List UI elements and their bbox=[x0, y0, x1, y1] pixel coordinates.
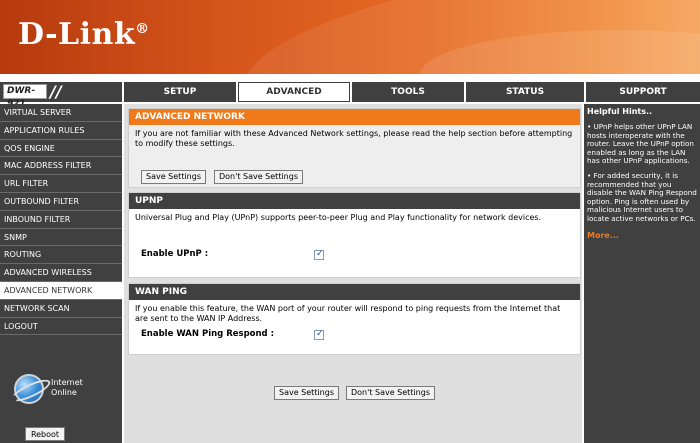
enable-wan-ping-checkbox[interactable] bbox=[314, 329, 324, 340]
section-description: Universal Plug and Play (UPnP) supports … bbox=[135, 213, 542, 222]
sidebar-item-inbound-filter[interactable]: INBOUND FILTER bbox=[0, 211, 122, 229]
help-title: Helpful Hints.. bbox=[587, 107, 653, 116]
save-settings-button[interactable]: Save Settings bbox=[141, 170, 206, 184]
sidebar-item-snmp[interactable]: SNMP bbox=[0, 229, 122, 247]
sidebar-item-advanced-network[interactable]: ADVANCED NETWORK bbox=[0, 281, 122, 300]
dlink-logo: D-Link® bbox=[18, 17, 150, 52]
section-title: ADVANCED NETWORK bbox=[129, 109, 580, 125]
sidebar-item-network-scan[interactable]: NETWORK SCAN bbox=[0, 300, 122, 318]
sidebar-item-outbound-filter[interactable]: OUTBOUND FILTER bbox=[0, 193, 122, 211]
model-cell: DWR-921 // bbox=[0, 82, 122, 109]
sidebar-item-url-filter[interactable]: URL FILTER bbox=[0, 175, 122, 193]
help-hint-wan-ping: • For added security, it is recommended … bbox=[587, 170, 697, 223]
sidebar-item-logout[interactable]: LOGOUT bbox=[0, 318, 122, 336]
internet-status-text: Internet Online bbox=[51, 378, 83, 397]
save-settings-button-bottom[interactable]: Save Settings bbox=[274, 386, 339, 400]
header-gap bbox=[0, 74, 700, 82]
help-panel: Helpful Hints.. • UPnP helps other UPnP … bbox=[584, 104, 700, 443]
enable-upnp-checkbox[interactable] bbox=[314, 249, 324, 260]
header-banner: D-Link® bbox=[0, 0, 700, 74]
sidebar-item-routing[interactable]: ROUTING bbox=[0, 246, 122, 265]
dont-save-settings-button-bottom[interactable]: Don't Save Settings bbox=[346, 386, 435, 400]
top-nav: SETUP ADVANCED TOOLS STATUS SUPPORT bbox=[124, 82, 700, 102]
internet-status: Internet Online bbox=[0, 372, 122, 408]
sidebar-item-mac-address-filter[interactable]: MAC ADDRESS FILTER bbox=[0, 157, 122, 176]
reboot-button[interactable]: Reboot bbox=[25, 427, 65, 441]
wan-ping-section: WAN PING If you enable this feature, the… bbox=[128, 283, 581, 355]
tab-support[interactable]: SUPPORT bbox=[586, 82, 700, 102]
help-more-link[interactable]: More... bbox=[584, 231, 700, 240]
slash-decoration: // bbox=[50, 82, 62, 101]
section-title: WAN PING bbox=[129, 284, 580, 300]
help-hint-upnp: • UPnP helps other UPnP LAN hosts intero… bbox=[587, 122, 694, 166]
advanced-network-section: ADVANCED NETWORK If you are not familiar… bbox=[128, 108, 581, 188]
sidebar-item-advanced-wireless[interactable]: ADVANCED WIRELESS bbox=[0, 264, 122, 282]
sidebar: VIRTUAL SERVER APPLICATION RULES QOS ENG… bbox=[0, 104, 122, 443]
tab-status[interactable]: STATUS bbox=[466, 82, 584, 102]
enable-wan-ping-label: Enable WAN Ping Respond : bbox=[141, 329, 274, 339]
model-label: DWR-921 bbox=[3, 84, 47, 109]
upnp-section: UPNP Universal Plug and Play (UPnP) supp… bbox=[128, 192, 581, 278]
sidebar-item-qos-engine[interactable]: QOS ENGINE bbox=[0, 140, 122, 158]
sidebar-item-virtual-server[interactable]: VIRTUAL SERVER bbox=[0, 104, 122, 122]
enable-upnp-label: Enable UPnP : bbox=[141, 249, 209, 259]
section-description: If you are not familiar with these Advan… bbox=[135, 129, 573, 148]
tab-setup[interactable]: SETUP bbox=[124, 82, 236, 102]
internet-globe-icon bbox=[14, 374, 44, 404]
tab-advanced[interactable]: ADVANCED bbox=[238, 82, 350, 102]
section-title: UPNP bbox=[129, 193, 580, 209]
dont-save-settings-button[interactable]: Don't Save Settings bbox=[214, 170, 303, 184]
main-content: ADVANCED NETWORK If you are not familiar… bbox=[124, 104, 582, 443]
sidebar-item-application-rules[interactable]: APPLICATION RULES bbox=[0, 122, 122, 140]
tab-tools[interactable]: TOOLS bbox=[352, 82, 464, 102]
section-description: If you enable this feature, the WAN port… bbox=[135, 304, 561, 323]
